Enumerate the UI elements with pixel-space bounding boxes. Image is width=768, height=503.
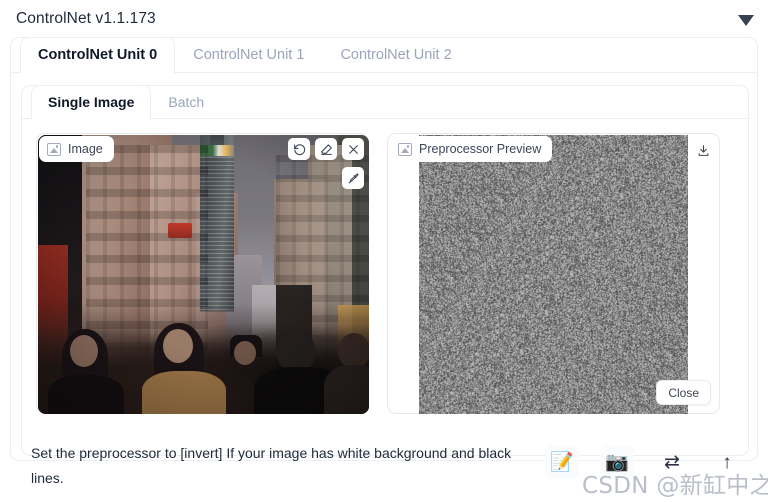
action-button-row: 📝 📷 ⇄ ↑: [545, 445, 744, 479]
street-photo: [38, 135, 369, 414]
image-placeholder-icon: [398, 142, 412, 156]
upload-arrow-icon[interactable]: ↑: [710, 445, 744, 479]
swap-arrows-icon[interactable]: ⇄: [655, 445, 689, 479]
undo-icon[interactable]: [288, 138, 310, 160]
page-title: ControlNet v1.1.173: [16, 9, 156, 27]
tab-controlnet-unit-2[interactable]: ControlNet Unit 2: [322, 37, 469, 72]
photo-vignette: [38, 135, 369, 414]
preview-panel-label: Preprocessor Preview: [419, 142, 542, 156]
tab-controlnet-unit-0[interactable]: ControlNet Unit 0: [20, 37, 176, 73]
image-panel-badge: Image: [39, 136, 114, 162]
image-input-panel[interactable]: Image: [36, 133, 369, 414]
triangle-down-icon[interactable]: [738, 12, 754, 26]
eraser-icon[interactable]: [315, 138, 337, 160]
close-icon[interactable]: [342, 138, 364, 160]
preprocessor-hint-text: Set the preprocessor to [invert] If your…: [31, 445, 512, 486]
tab-batch[interactable]: Batch: [151, 85, 221, 118]
tab-single-image[interactable]: Single Image: [31, 85, 152, 119]
pen-brush-icon[interactable]: [342, 167, 364, 189]
tab-controlnet-unit-1[interactable]: ControlNet Unit 1: [175, 37, 322, 72]
image-panel-label: Image: [68, 142, 103, 156]
image-canvas[interactable]: [38, 135, 369, 414]
mode-tabstrip: Single Image Batch: [22, 85, 748, 119]
image-panels-row: Image Preprocessor Preview Close: [22, 119, 750, 456]
accordion-header[interactable]: ControlNet v1.1.173: [0, 0, 768, 37]
controlnet-unit-card: ControlNet Unit 0 ControlNet Unit 1 Cont…: [10, 37, 758, 461]
preprocessor-preview-panel[interactable]: Preprocessor Preview Close: [387, 133, 720, 414]
close-preview-button[interactable]: Close: [656, 380, 711, 405]
image-placeholder-icon: [47, 142, 61, 156]
unit-tabstrip: ControlNet Unit 0 ControlNet Unit 1 Cont…: [11, 37, 757, 73]
controlnet-panel: ControlNet v1.1.173 ControlNet Unit 0 Co…: [0, 0, 768, 503]
memo-pencil-icon[interactable]: 📝: [545, 445, 579, 479]
input-mode-card: Single Image Batch Image Preprocessor Pr…: [21, 85, 749, 456]
preview-panel-badge: Preprocessor Preview: [390, 136, 553, 162]
image-toolbar: [288, 138, 364, 160]
footer: Set the preprocessor to [invert] If your…: [0, 437, 768, 503]
noise-canvas: [419, 135, 688, 414]
camera-icon[interactable]: 📷: [600, 445, 634, 479]
preprocessor-output-image: [419, 135, 688, 414]
download-icon[interactable]: [692, 139, 715, 162]
